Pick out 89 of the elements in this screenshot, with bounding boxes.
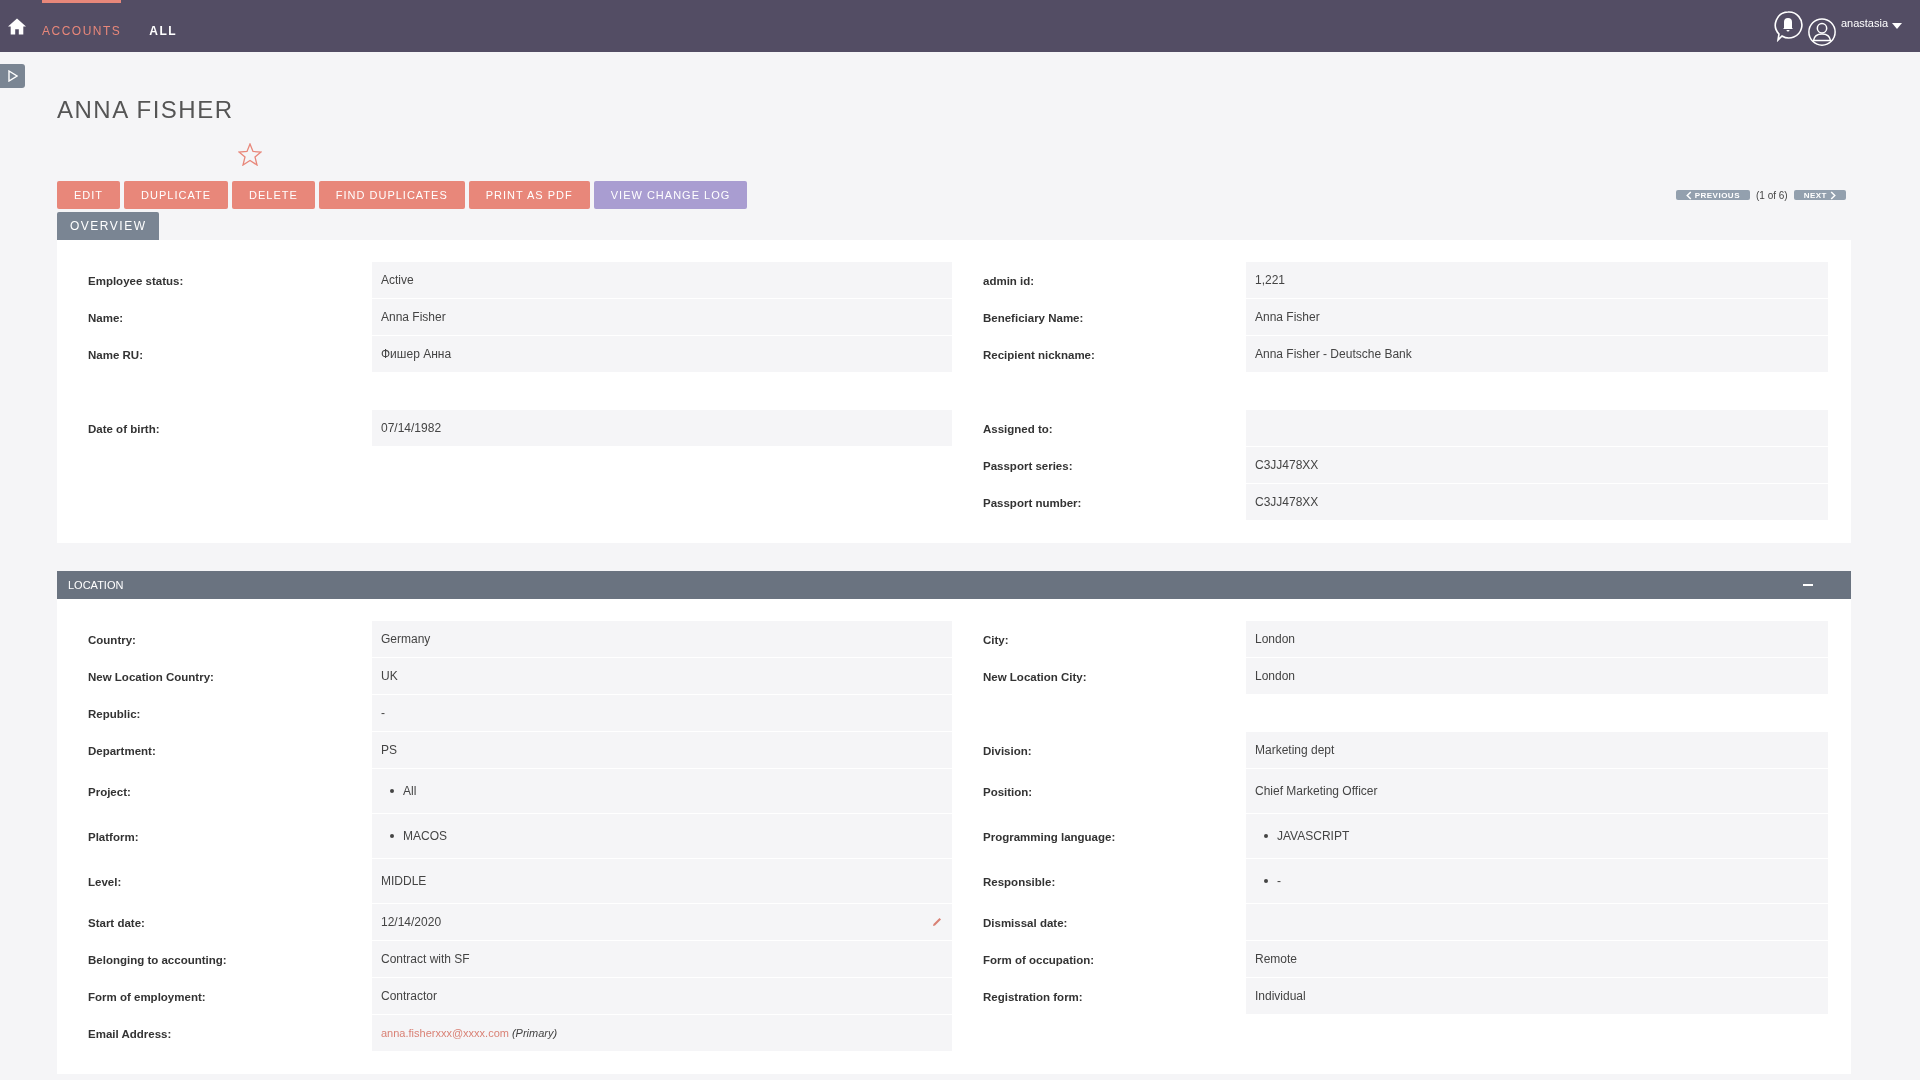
list-item: MACOS [403,829,447,843]
previous-button[interactable]: PREVIOUS [1675,190,1750,200]
value-text: Contract with SF [381,952,470,966]
bullet-icon [1264,834,1268,838]
caret-icon[interactable] [1892,23,1902,29]
field-label: Assigned to: [983,422,1054,435]
value-text: Chief Marketing Officer [1255,784,1378,798]
field-label: New Location Country: [88,670,215,683]
value-text: UK [381,669,398,683]
nav-tab[interactable]: ALL [149,0,178,52]
play-icon [7,70,18,82]
bell-icon[interactable] [1772,10,1803,42]
field-label: Level: [88,875,123,888]
value-text: Фишер Анна [381,347,452,361]
section-header[interactable]: LOCATION [57,571,1851,599]
email-link[interactable]: anna.fisherxxx@xxxx.com [381,1027,509,1039]
list-item: JAVASCRIPT [1277,829,1350,843]
value-text: C3JJ478XX [1255,495,1319,509]
nav-tab[interactable]: ACCOUNTS [42,0,122,52]
value-text: Contractor [381,989,438,1003]
field-label: Name RU: [88,348,144,361]
field-label: Registration form: [983,990,1084,1003]
value-text: Individual [1255,989,1306,1003]
field-label: Project: [88,785,132,798]
field-label: Country: [88,633,137,646]
chevron-left-icon [1685,190,1692,200]
field-label: Passport series: [983,459,1074,472]
field-label: Date of birth: [88,422,161,435]
value-text: 12/14/2020 [381,915,442,929]
value-text: London [1255,632,1296,646]
value-text: Remote [1255,952,1298,966]
action-button[interactable]: FIND DUPLICATES [318,181,465,209]
record-position: (1 of 6) [1755,189,1788,201]
list-item: All [403,784,417,798]
field-label: New Location City: [983,670,1088,683]
home-icon[interactable] [8,17,26,35]
favorite-star-icon[interactable] [237,142,262,166]
field-label: Programming language: [983,830,1117,843]
action-button[interactable]: PRINT AS PDF [468,181,590,209]
field-label: admin id: [983,274,1036,287]
field-label: Start date: [88,916,146,929]
field-label: Department: [88,744,157,757]
field-label: Form of employment: [88,990,207,1003]
field-label: Name: [88,311,125,324]
action-button[interactable]: VIEW CHANGE LOG [593,181,748,209]
action-button[interactable]: DUPLICATE [124,181,228,209]
field-label: Beneficiary Name: [983,311,1085,324]
field-label: Employee status: [88,274,185,287]
action-button[interactable]: EDIT [57,181,121,209]
value-text: 1,221 [1255,273,1286,287]
value-text: Anna Fisher [381,310,446,324]
value-text: Anna Fisher - Deutsche Bank [1255,347,1412,361]
value-text: London [1255,669,1296,683]
section-title: LOCATION [68,579,124,591]
value-text: Anna Fisher [1255,310,1320,324]
field-label: Email Address: [88,1027,173,1040]
chevron-right-icon [1830,190,1836,200]
field-label: Position: [983,785,1034,798]
value-text: MIDDLE [381,874,427,888]
field-label: Division: [983,744,1033,757]
email-note: (Primary) [511,1027,558,1039]
bullet-icon [390,834,394,838]
field-label: City: [983,633,1010,646]
action-button[interactable]: DELETE [232,181,315,209]
user-menu[interactable]: anastasia [1840,17,1888,29]
next-button[interactable]: NEXT [1793,190,1846,200]
value-text: PS [381,743,397,757]
overview-tab[interactable]: OVERVIEW [57,212,160,240]
pencil-icon[interactable] [932,917,942,927]
field-label: Republic: [88,707,142,720]
user-avatar-icon[interactable] [1806,17,1837,47]
value-text: Active [381,273,414,287]
value-text: Marketing dept [1255,743,1335,757]
field-label: Responsible: [983,875,1057,888]
field-label: Dismissal date: [983,916,1069,929]
bullet-icon [1264,879,1268,883]
field-label: Passport number: [983,496,1083,509]
record-title: ANNA FISHER [57,96,234,124]
value-text: 07/14/1982 [381,421,442,435]
field-label: Belonging to accounting: [88,953,228,966]
list-item: - [1277,874,1281,888]
value-text: Germany [381,632,431,646]
field-label: Platform: [88,830,140,843]
value-text: - [381,706,385,720]
bullet-icon [390,789,394,793]
sidebar-toggle-button[interactable] [0,64,25,88]
field-label: Form of occupation: [983,953,1096,966]
value-text: C3JJ478XX [1255,458,1319,472]
field-label: Recipient nickname: [983,348,1096,361]
